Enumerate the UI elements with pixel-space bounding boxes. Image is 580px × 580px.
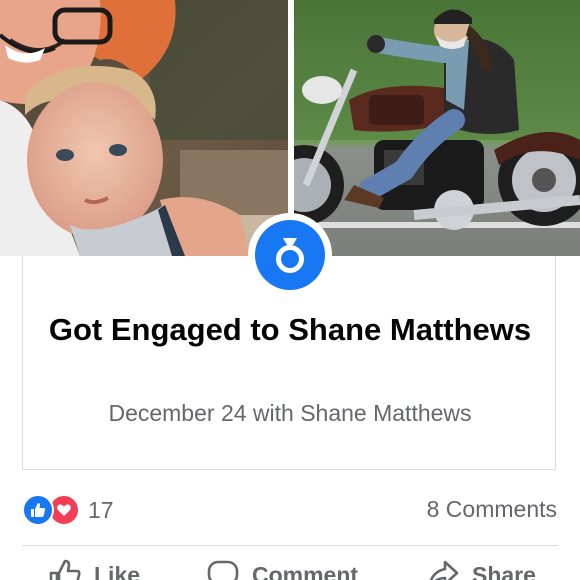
share-button[interactable]: Share bbox=[426, 558, 536, 580]
action-bar: Like Comment Share bbox=[0, 558, 580, 580]
comments-count[interactable]: 8 Comments bbox=[427, 496, 557, 523]
thumbs-up-icon bbox=[49, 559, 81, 580]
event-badge bbox=[248, 213, 332, 297]
like-label: Like bbox=[94, 561, 141, 580]
comment-icon bbox=[207, 560, 239, 580]
comment-label: Comment bbox=[252, 561, 359, 580]
share-label: Share bbox=[472, 561, 536, 580]
event-title: Got Engaged to Shane Matthews bbox=[48, 312, 532, 347]
comment-button[interactable]: Comment bbox=[206, 558, 358, 580]
reaction-count: 17 bbox=[88, 496, 114, 523]
share-icon bbox=[429, 560, 459, 580]
ring-icon bbox=[276, 238, 304, 273]
photo-right[interactable] bbox=[294, 0, 580, 256]
reactions-summary[interactable]: 17 bbox=[22, 492, 114, 528]
like-reaction-icon bbox=[22, 494, 54, 526]
photo-left[interactable] bbox=[0, 0, 288, 256]
event-badge-circle bbox=[255, 220, 325, 290]
man-on-motorcycle-photo bbox=[294, 0, 580, 256]
like-button[interactable]: Like bbox=[48, 558, 140, 580]
divider bbox=[22, 545, 558, 546]
life-event-post: Got Engaged to Shane Matthews December 2… bbox=[0, 0, 580, 580]
woman-with-child-photo bbox=[0, 0, 288, 256]
event-subtitle[interactable]: December 24 with Shane Matthews bbox=[22, 400, 558, 427]
